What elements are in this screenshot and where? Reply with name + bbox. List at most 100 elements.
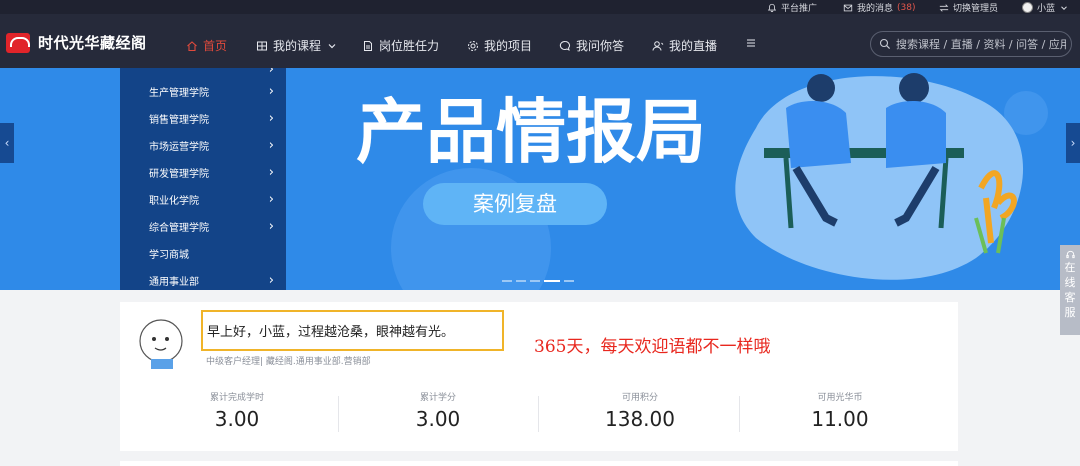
user-roles: 中级客户经理| 藏经阁.通用事业部.营销部 (206, 357, 371, 367)
category-label: 综合管理学院 (149, 223, 209, 234)
next-section-card (120, 461, 958, 466)
brand-logo-icon (6, 32, 30, 53)
category-item-shop[interactable]: 学习商城 (149, 246, 274, 261)
nav-home[interactable]: 首页 (186, 37, 227, 54)
nav-my-courses[interactable]: 我的课程 (256, 37, 338, 54)
stat-label: 累计完成学时 (209, 393, 264, 403)
stat-coins[interactable]: 可用光华币 11.00 (740, 390, 940, 431)
chevron-right-icon: › (268, 111, 274, 126)
category-item-rnd[interactable]: 研发管理学院 › (149, 165, 274, 180)
nav-more-menu[interactable] (745, 37, 757, 49)
menu-icon (747, 39, 755, 47)
nav-my-projects-label: 我的项目 (484, 39, 533, 53)
user-menu[interactable]: 小蓝 (1022, 1, 1069, 14)
banner-illustration[interactable]: 产品情报局 案例复盘 (286, 68, 1066, 290)
chevron-right-icon: › (268, 84, 274, 99)
nav-qa[interactable]: 我问你答 (559, 37, 624, 54)
category-item-production[interactable]: 生产管理学院 › (149, 84, 274, 99)
chevron-left-icon: ‹ (4, 136, 10, 150)
chevron-down-icon (328, 43, 336, 48)
gear-icon (468, 40, 478, 51)
online-service-button[interactable]: 在 线 客 服 (1060, 245, 1080, 335)
nav-my-courses-label: 我的课程 (273, 39, 322, 53)
nav-qa-label: 我问你答 (576, 39, 625, 53)
person-right-head (899, 73, 929, 103)
platform-promote-link[interactable]: 平台推广 (767, 1, 817, 14)
my-messages-link[interactable]: 我的消息 (38) (843, 1, 916, 14)
banner-title: 产品情报局 (356, 91, 706, 173)
nav-my-live[interactable]: 我的直播 (652, 37, 717, 54)
category-item-sales[interactable]: 销售管理学院 › (149, 111, 274, 126)
banner-pagination (502, 280, 574, 282)
stat-label: 可用光华币 (817, 393, 863, 403)
bell-icon (767, 3, 777, 12)
pagination-dot[interactable] (516, 280, 526, 282)
pagination-dot[interactable] (530, 280, 540, 282)
category-item-marketing[interactable]: 市场运营学院 › (149, 138, 274, 153)
stat-divider (538, 396, 539, 432)
headset-icon (1065, 250, 1075, 259)
stat-points[interactable]: 可用积分 138.00 (540, 390, 740, 431)
switch-admin-link[interactable]: 切换管理员 (939, 1, 998, 14)
banner-next-button[interactable]: › (1066, 123, 1080, 163)
user-avatar-icon (1022, 2, 1033, 13)
brand-logo[interactable]: 时代光华藏经阁 (6, 32, 147, 53)
nav-competency-label: 岗位胜任力 (379, 39, 440, 53)
chevron-right-icon: › (268, 219, 274, 234)
user-name: 小蓝 (1037, 4, 1056, 14)
message-count-badge: (38) (897, 2, 916, 13)
category-label: 研发管理学院 (149, 169, 209, 180)
platform-promote-label: 平台推广 (781, 4, 818, 14)
category-label: 生产管理学院 (149, 88, 209, 99)
greeting-highlight-box: 早上好，小蓝，过程越沧桑，眼神越有光。 (201, 310, 504, 351)
user-avatar[interactable] (137, 319, 187, 369)
search-input[interactable] (896, 37, 1066, 51)
stat-value: 3.00 (415, 407, 461, 431)
banner-prev-button[interactable]: ‹ (0, 123, 14, 163)
stat-label: 可用积分 (621, 393, 658, 403)
category-item-general-mgmt[interactable]: 综合管理学院 › (149, 219, 274, 234)
document-icon (364, 40, 372, 51)
hero-banner: ‹ › 生产管理学院 › 销售管理学院 › 市场运营学院 › 研发管理学院 › … (0, 68, 1080, 290)
chevron-right-icon: › (268, 192, 274, 207)
welcome-card: 早上好，小蓝，过程越沧桑，眼神越有光。 365天，每天欢迎语都不一样哦 中级客户… (120, 302, 958, 451)
banner-button-label: 案例复盘 (473, 192, 557, 216)
person-left-head (807, 74, 835, 102)
search-icon (879, 38, 891, 50)
stat-value: 11.00 (811, 407, 869, 431)
chat-icon (559, 40, 570, 51)
stat-label: 累计学分 (419, 393, 456, 403)
global-search[interactable] (870, 31, 1072, 57)
chevron-right-icon: › (268, 138, 274, 153)
category-item-partial[interactable]: › (149, 68, 274, 77)
stat-credits[interactable]: 累计学分 3.00 (338, 390, 538, 431)
chevron-down-icon (1061, 5, 1067, 10)
person-left-body (786, 101, 851, 168)
category-menu: › 生产管理学院 › 销售管理学院 › 市场运营学院 › 研发管理学院 › 职业… (120, 68, 286, 290)
category-item-professional[interactable]: 职业化学院 › (149, 192, 274, 207)
pagination-dot[interactable] (564, 280, 574, 282)
nav-competency[interactable]: 岗位胜任力 (362, 37, 439, 54)
live-icon (652, 40, 664, 51)
category-label: 市场运营学院 (149, 142, 209, 153)
pagination-dot[interactable] (502, 280, 512, 282)
main-navbar: 时代光华藏经阁 首页 我的课程 岗位胜任力 我的项目 我问你答 我的直播 (0, 14, 1080, 68)
switch-admin-label: 切换管理员 (953, 4, 999, 14)
category-item-general-division[interactable]: 通用事业部 › (149, 273, 274, 288)
my-messages-label: 我的消息 (857, 4, 894, 14)
grid-icon (257, 41, 267, 50)
chevron-right-icon: › (268, 165, 274, 180)
online-service-char: 线 (1064, 276, 1076, 289)
pagination-dot-active[interactable] (544, 280, 560, 282)
nav-my-live-label: 我的直播 (669, 39, 718, 53)
category-label: 职业化学院 (149, 196, 199, 207)
online-service-char: 在 (1064, 261, 1076, 274)
nav-home-label: 首页 (203, 39, 228, 53)
category-label: 销售管理学院 (149, 115, 209, 126)
switch-icon (939, 3, 949, 12)
mail-icon (843, 4, 853, 11)
online-service-char: 服 (1064, 306, 1076, 319)
brand-name: 时代光华藏经阁 (38, 34, 147, 52)
nav-my-projects[interactable]: 我的项目 (467, 37, 532, 54)
stat-study-hours[interactable]: 累计完成学时 3.00 (137, 390, 337, 431)
